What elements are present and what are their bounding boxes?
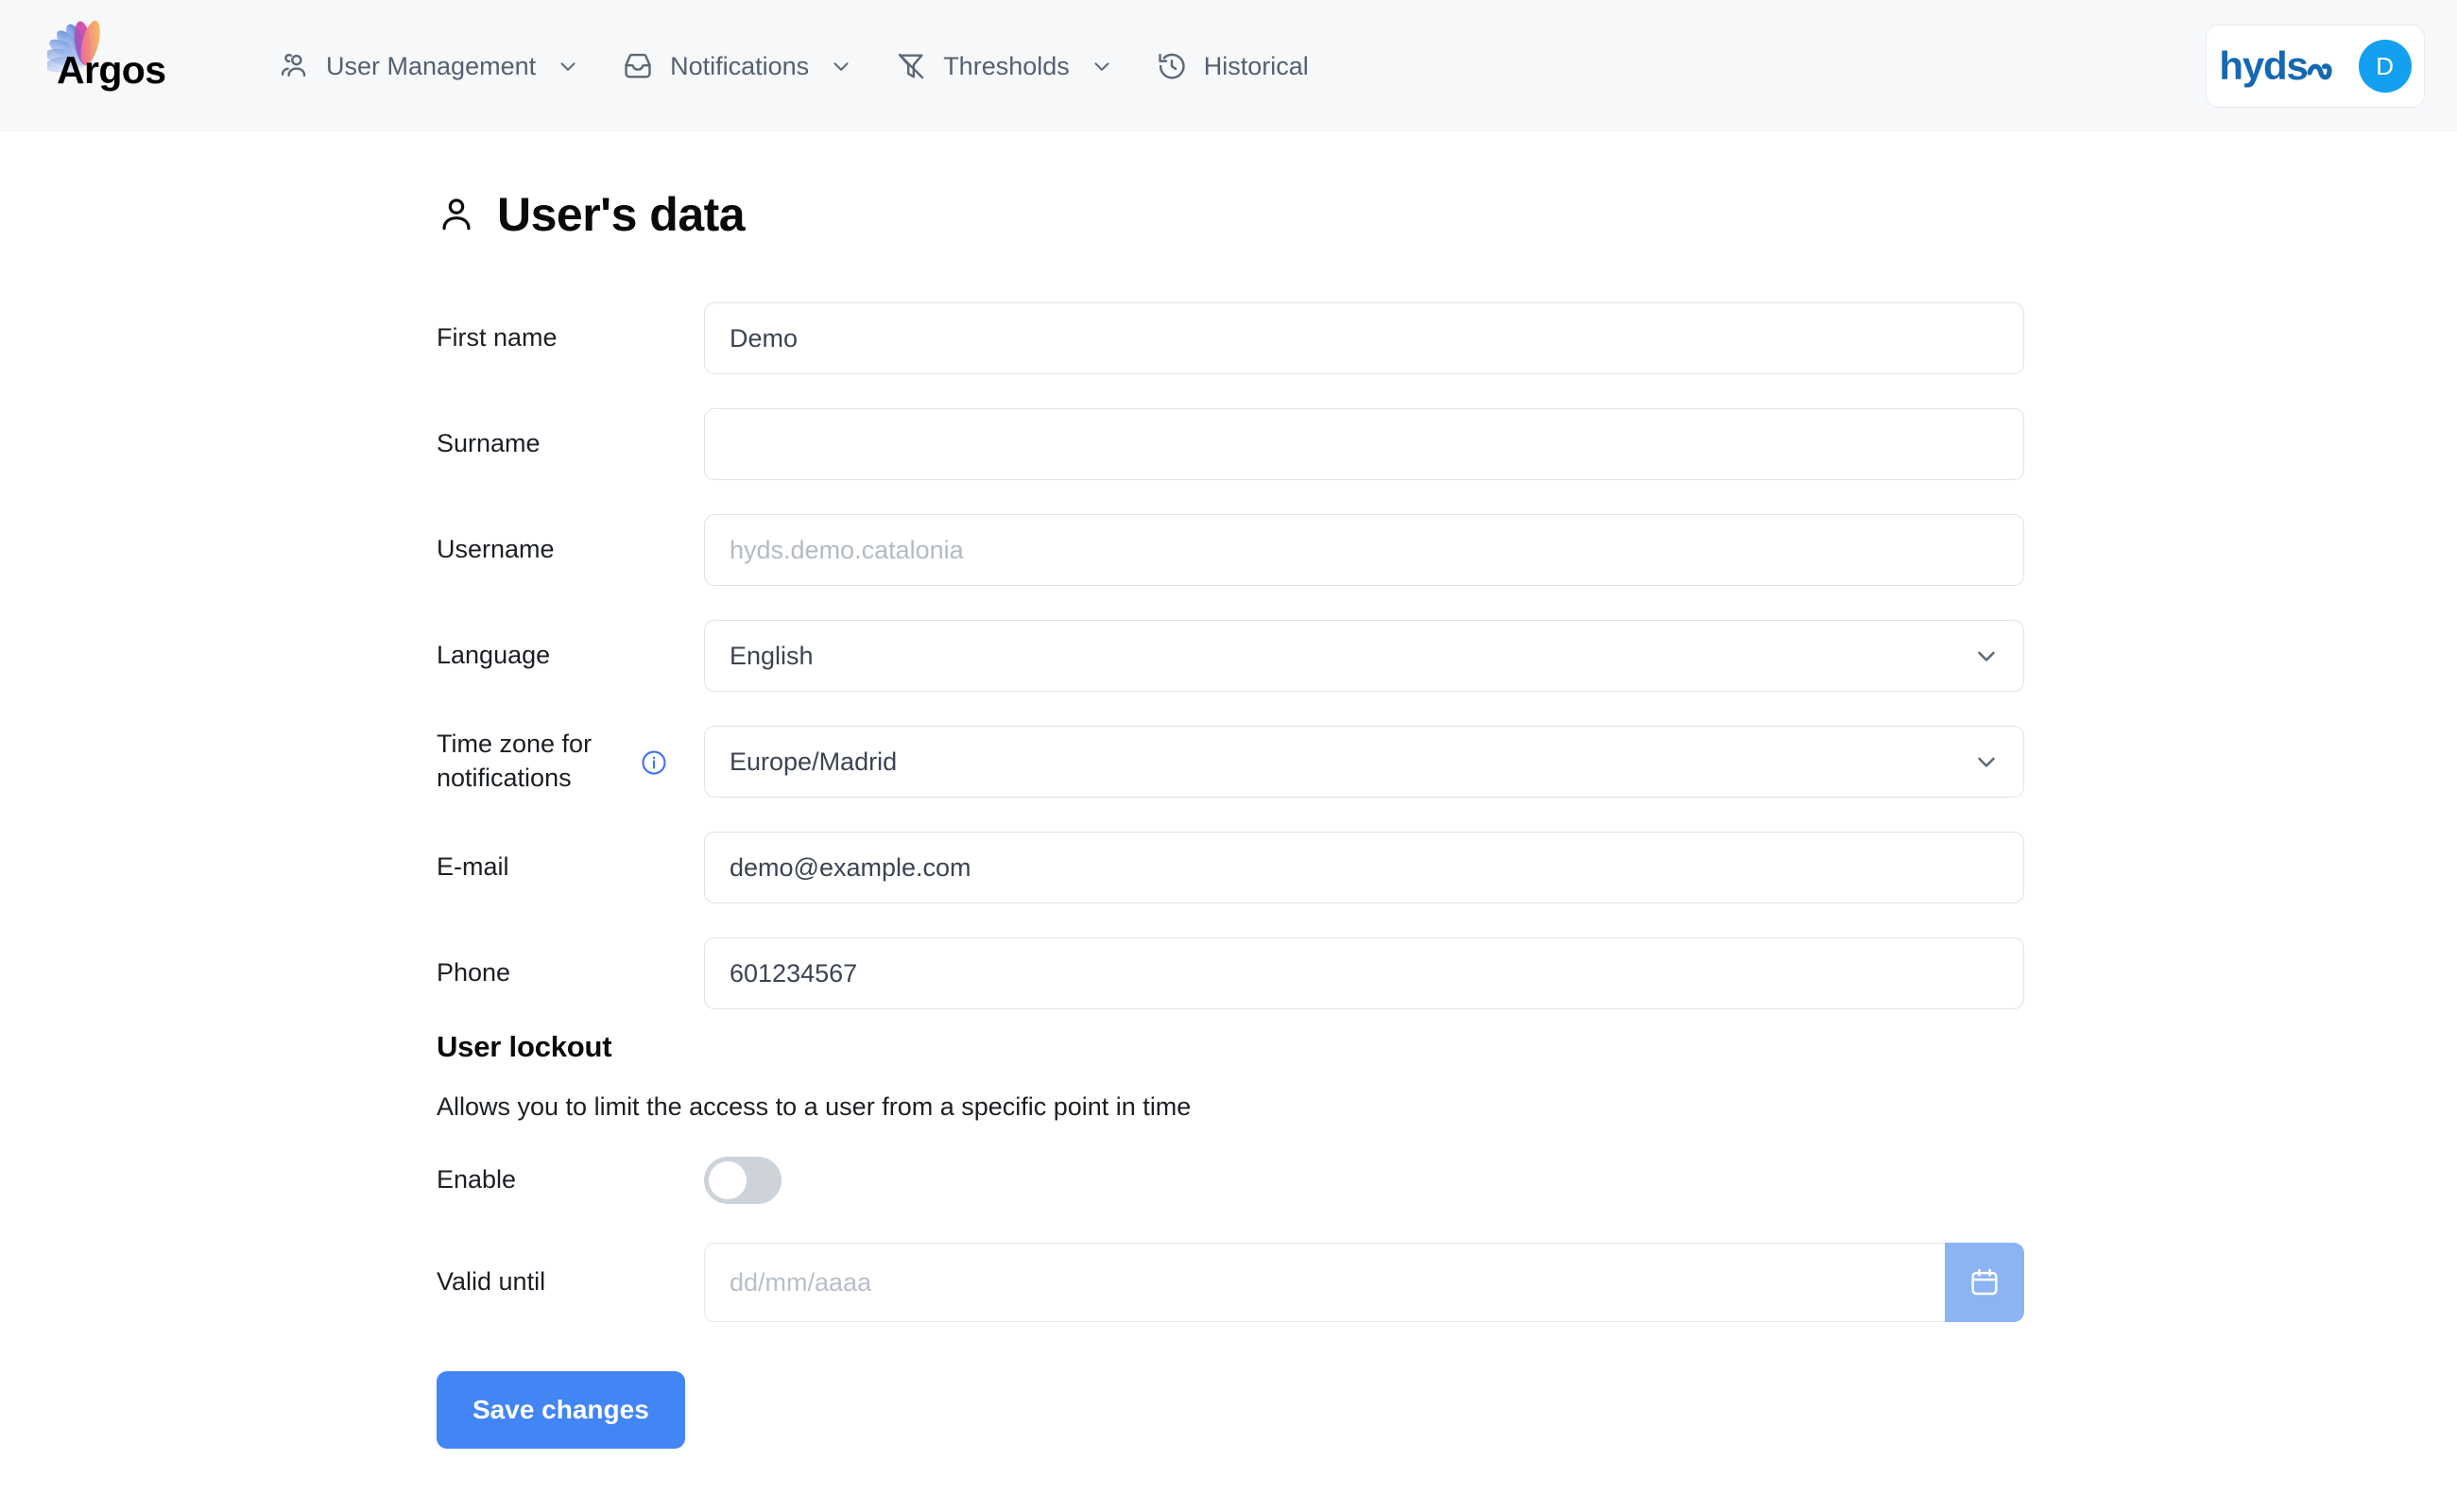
- hyds-wave-icon: [2306, 48, 2344, 84]
- field-label: Username: [437, 535, 555, 564]
- field-row-username: Username: [437, 514, 2024, 586]
- nav-item-thresholds[interactable]: Thresholds: [874, 41, 1135, 92]
- field-row-timezone: Time zone for notifications Europe/Madri…: [437, 726, 2024, 798]
- field-label: Phone: [437, 958, 511, 988]
- filter-off-icon: [895, 50, 927, 82]
- timezone-selected-value: Europe/Madrid: [730, 747, 898, 776]
- field-row-language: Language English: [437, 620, 2024, 692]
- brand-logo[interactable]: Argos: [36, 6, 178, 110]
- phone-input[interactable]: [704, 937, 2024, 1009]
- field-label: Enable: [437, 1165, 517, 1194]
- nav-item-label: Historical: [1203, 51, 1309, 80]
- nav-item-historical[interactable]: Historical: [1135, 41, 1330, 92]
- history-clock-icon: [1156, 50, 1188, 82]
- save-changes-button[interactable]: Save changes: [437, 1371, 685, 1449]
- calendar-icon: [1967, 1265, 2002, 1299]
- field-label: Surname: [437, 429, 541, 458]
- nav-item-label: Notifications: [670, 51, 810, 80]
- field-row-email: E-mail: [437, 832, 2024, 903]
- nav-item-notifications[interactable]: Notifications: [601, 41, 874, 92]
- language-select[interactable]: English: [704, 620, 2024, 692]
- field-row-surname: Surname: [437, 408, 2024, 480]
- info-circle-icon[interactable]: [640, 748, 668, 777]
- page-header: User's data: [437, 188, 746, 241]
- primary-nav: User Management Notifications Thresholds…: [257, 0, 1330, 132]
- user-lockout-title: User lockout: [437, 1030, 612, 1063]
- top-navigation-bar: Argos User Management Notifications Thre…: [0, 0, 2457, 132]
- user-icon: [437, 195, 476, 234]
- toggle-knob: [709, 1161, 747, 1199]
- chevron-down-icon: [556, 54, 580, 78]
- chevron-down-icon: [1972, 747, 2001, 776]
- page-title: User's data: [497, 188, 746, 241]
- surname-input[interactable]: [704, 408, 2024, 480]
- nav-item-user-management[interactable]: User Management: [257, 41, 601, 92]
- enable-lockout-toggle[interactable]: [704, 1157, 782, 1204]
- field-label: Valid until: [437, 1267, 546, 1297]
- hyds-logo-text: hyds: [2219, 43, 2308, 88]
- nav-item-label: Thresholds: [943, 51, 1070, 80]
- username-input[interactable]: [704, 514, 2024, 586]
- nav-item-label: User Management: [326, 51, 537, 80]
- field-row-first-name: First name: [437, 302, 2024, 374]
- hyds-logo: hyds: [2219, 46, 2343, 86]
- field-label: E-mail: [437, 852, 509, 882]
- timezone-select[interactable]: Europe/Madrid: [704, 726, 2024, 798]
- user-data-form: First name Surname Username Language En: [437, 302, 2024, 1449]
- main-content: User's data First name Surname Username …: [0, 132, 2457, 1512]
- field-label: First name: [437, 323, 558, 352]
- inbox-icon: [622, 50, 654, 82]
- field-row-enable-lockout: Enable: [437, 1152, 2024, 1209]
- chevron-down-icon: [829, 54, 853, 78]
- field-label: Language: [437, 641, 551, 670]
- account-menu-button[interactable]: hyds D: [2206, 25, 2425, 108]
- calendar-picker-button[interactable]: [1945, 1243, 2024, 1322]
- chevron-down-icon: [1090, 54, 1114, 78]
- field-row-valid-until: Valid until: [437, 1243, 2024, 1322]
- email-input[interactable]: [704, 832, 2024, 903]
- valid-until-input[interactable]: [704, 1243, 1945, 1322]
- avatar: D: [2358, 40, 2412, 93]
- user-lockout-description: Allows you to limit the access to a user…: [437, 1092, 1192, 1121]
- first-name-input[interactable]: [704, 302, 2024, 374]
- field-row-phone: Phone: [437, 937, 2024, 1009]
- language-selected-value: English: [730, 641, 814, 670]
- chevron-down-icon: [1972, 642, 2001, 670]
- users-icon: [278, 50, 310, 82]
- brand-name: Argos: [57, 48, 166, 92]
